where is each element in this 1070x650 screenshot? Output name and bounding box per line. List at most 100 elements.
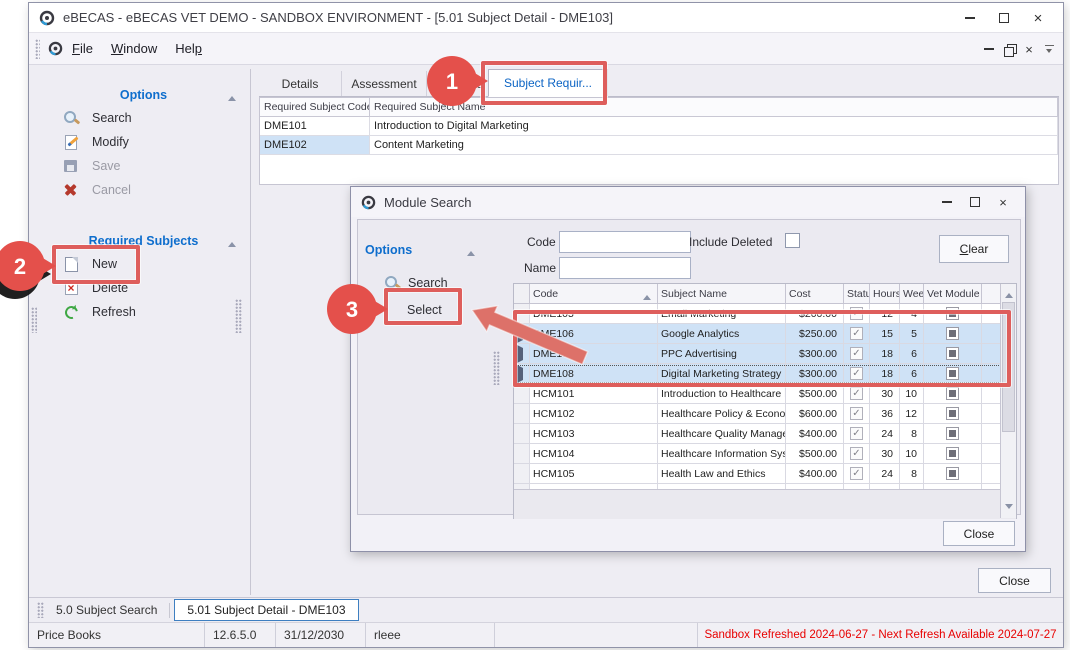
grid-column-header-status[interactable]: Status (844, 284, 870, 303)
dialog-close-button[interactable]: × (989, 192, 1017, 212)
cell-subject-name[interactable]: Healthcare Policy & Economi (658, 404, 786, 423)
cell-hours[interactable]: 30 (870, 444, 900, 463)
menu-item-help[interactable]: Help (166, 37, 211, 60)
mdi-minimize-button[interactable] (979, 40, 999, 58)
toolbar-options-button[interactable] (1039, 40, 1059, 58)
scroll-up-icon[interactable] (1005, 289, 1013, 298)
cell-week[interactable] (900, 484, 924, 489)
cell-code[interactable]: DME101 (260, 117, 370, 135)
code-input[interactable] (559, 231, 691, 253)
cell-subject-name[interactable]: Healthcare Quality Managem (658, 424, 786, 443)
grid-column-header-week[interactable]: Week (900, 284, 924, 303)
grid-row-hcm102[interactable]: HCM102Healthcare Policy & Economi$600.00… (514, 404, 1016, 424)
cell-extra[interactable] (982, 444, 1002, 463)
cell-vet-module[interactable] (924, 444, 982, 463)
cell-hours[interactable]: 36 (870, 404, 900, 423)
close-button[interactable]: × (1021, 7, 1055, 29)
cell-name[interactable]: Introduction to Digital Marketing (370, 117, 1058, 135)
grid-row-hcm104[interactable]: HCM104Healthcare Information Syst$500.00… (514, 444, 1016, 464)
grid-column-header-blank[interactable] (982, 284, 1002, 303)
sidebar: OptionsSearchModifySaveCancelRequired Su… (37, 69, 251, 595)
cell-name[interactable]: Content Marketing (370, 136, 1058, 154)
cell-cost[interactable]: $400.00 (786, 424, 844, 443)
tabstrip-grip[interactable] (37, 602, 44, 618)
grid-row-partial[interactable] (514, 484, 1016, 489)
grid-column-header-subject-name[interactable]: Subject Name (658, 284, 786, 303)
cell-cost[interactable] (786, 484, 844, 489)
cell-status[interactable] (844, 484, 870, 489)
dialog-minimize-button[interactable] (933, 192, 961, 212)
cell-code[interactable] (530, 484, 658, 489)
name-input[interactable] (559, 257, 691, 279)
cell-status[interactable]: ✓ (844, 404, 870, 423)
cancel-button[interactable]: Cancel (37, 179, 250, 201)
cell-cost[interactable]: $400.00 (786, 464, 844, 483)
group-header-options[interactable]: Options (37, 85, 250, 105)
svg-text:3: 3 (346, 297, 358, 322)
cell-week[interactable]: 8 (900, 424, 924, 443)
cell-vet-module[interactable] (924, 404, 982, 423)
cell-subject-name[interactable] (658, 484, 786, 489)
grid-row-hcm103[interactable]: HCM103Healthcare Quality Managem$400.00✓… (514, 424, 1016, 444)
minimize-button[interactable] (953, 7, 987, 29)
cell-status[interactable]: ✓ (844, 464, 870, 483)
grid-column-header-hours[interactable]: Hours (870, 284, 900, 303)
mdi-restore-button[interactable] (999, 40, 1019, 58)
grid-column-header-vet-module[interactable]: Vet Module (924, 284, 982, 303)
menu-item-window[interactable]: Window (102, 37, 166, 60)
bottom-tab-5-01-subject-detail-dme103[interactable]: 5.01 Subject Detail - DME103 (174, 599, 358, 621)
cell-code[interactable]: DME102 (260, 136, 370, 154)
tab-details[interactable]: Details (259, 71, 341, 96)
cell-week[interactable]: 8 (900, 464, 924, 483)
cell-code[interactable]: HCM103 (530, 424, 658, 443)
cell-vet-module[interactable] (924, 424, 982, 443)
menu-item-file[interactable]: File (63, 37, 102, 60)
cell-week[interactable]: 12 (900, 404, 924, 423)
include-deleted-checkbox[interactable] (785, 233, 800, 248)
cell-extra[interactable] (982, 464, 1002, 483)
cell-hours[interactable] (870, 484, 900, 489)
cell-hours[interactable]: 24 (870, 464, 900, 483)
dialog-maximize-button[interactable] (961, 192, 989, 212)
cell-extra[interactable] (982, 404, 1002, 423)
grid-column-header-cost[interactable]: Cost (786, 284, 844, 303)
dialog-options-header[interactable]: Options (365, 243, 412, 257)
splitter-grip[interactable] (31, 307, 37, 333)
tab-assessment[interactable]: Assessment (341, 71, 426, 96)
search-button[interactable]: Search (37, 107, 250, 129)
clear-button[interactable]: Clear (939, 235, 1009, 263)
grid-row-hcm101[interactable]: HCM101Introduction to Healthcare M$500.0… (514, 384, 1016, 404)
cell-hours[interactable]: 24 (870, 424, 900, 443)
splitter-grip[interactable] (235, 299, 242, 333)
table-row[interactable]: DME102Content Marketing (260, 136, 1058, 155)
status-checkbox-checked: ✓ (850, 467, 863, 480)
cell-subject-name[interactable]: Health Law and Ethics (658, 464, 786, 483)
table-row[interactable]: DME101Introduction to Digital Marketing (260, 117, 1058, 136)
cell-code[interactable]: HCM104 (530, 444, 658, 463)
dialog-close-action-button[interactable]: Close (943, 521, 1015, 546)
cell-status[interactable]: ✓ (844, 444, 870, 463)
cell-cost[interactable]: $600.00 (786, 404, 844, 423)
window-title: eBECAS - eBECAS VET DEMO - SANDBOX ENVIR… (63, 10, 613, 25)
cell-subject-name[interactable]: Healthcare Information Syst (658, 444, 786, 463)
save-button[interactable]: Save (37, 155, 250, 177)
modify-button[interactable]: Modify (37, 131, 250, 153)
refresh-button[interactable]: Refresh (37, 301, 250, 323)
grid-row-hcm105[interactable]: HCM105Health Law and Ethics$400.00 ✓ 248 (514, 464, 1016, 484)
cell-extra[interactable] (982, 424, 1002, 443)
bottom-tab-5-0-subject-search[interactable]: 5.0 Subject Search (44, 600, 169, 620)
cell-cost[interactable]: $500.00 (786, 444, 844, 463)
cell-status[interactable]: ✓ (844, 424, 870, 443)
cell-code[interactable]: HCM105 (530, 464, 658, 483)
cell-code[interactable]: HCM102 (530, 404, 658, 423)
cell-extra[interactable] (982, 484, 1002, 489)
maximize-button[interactable] (987, 7, 1021, 29)
cell-week[interactable]: 10 (900, 444, 924, 463)
menu-grip[interactable] (35, 39, 40, 59)
column-header-required-subject-code[interactable]: Required Subject Code (260, 98, 370, 116)
main-close-button[interactable]: Close (978, 568, 1051, 593)
mdi-close-button[interactable]: × (1019, 40, 1039, 58)
scroll-down-icon[interactable] (1005, 504, 1013, 513)
cell-vet-module[interactable] (924, 464, 982, 483)
cell-vet-module[interactable] (924, 484, 982, 489)
